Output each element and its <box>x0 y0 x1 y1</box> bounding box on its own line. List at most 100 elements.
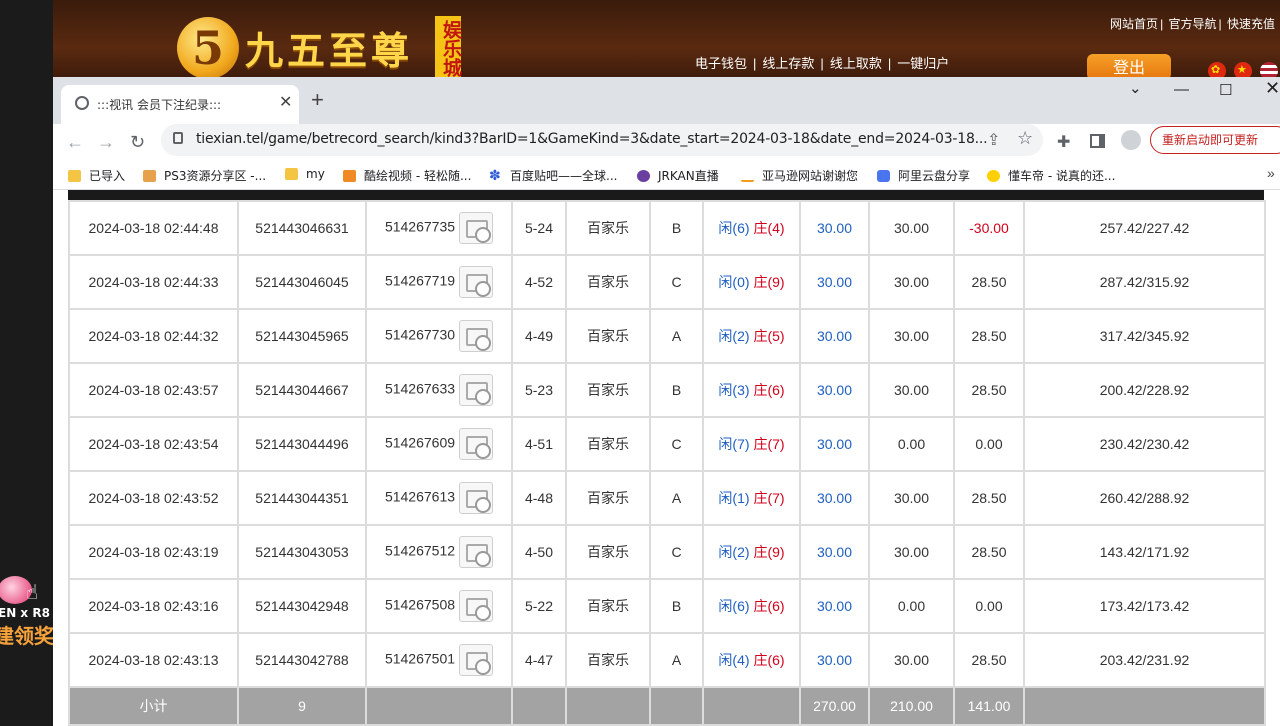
relaunch-update-button[interactable]: 重新启动即可更新 <box>1150 126 1280 154</box>
bookmark-dongchedi[interactable]: 懂车帝 - 说真的还... <box>987 167 1115 184</box>
tab-bet-record[interactable]: :::视讯 会员下注纪录::: ✕ <box>61 85 299 124</box>
bet-amount: 30.00 <box>799 416 870 472</box>
back-arrow-icon[interactable]: ← <box>66 132 84 152</box>
order-number: 521443043053 <box>237 524 367 580</box>
result-cell: 闲(7) 庄(7) <box>702 416 801 472</box>
replay-video-icon[interactable] <box>459 482 494 514</box>
game-name: 百家乐 <box>565 524 651 580</box>
bookmark-imported[interactable]: 已导入 <box>68 167 125 184</box>
bookmarks-bar: 已导入 PS3资源分享区 -... my 酷绘视频 - 轻松随... ✽ 百度贴吧… <box>53 161 1280 190</box>
minimize-icon[interactable]: — <box>1174 81 1189 98</box>
bet-amount: 30.00 <box>799 200 870 256</box>
nav-e-wallet[interactable]: 电子钱包 <box>695 56 747 71</box>
shoe-number: 5-24 <box>511 200 567 256</box>
replay-video-icon[interactable] <box>459 590 494 622</box>
lock-icon[interactable] <box>173 132 183 144</box>
window-close-icon[interactable]: ✕ <box>1265 78 1280 99</box>
promo-banner[interactable]: ☝ EN x R8 建领奖 <box>0 570 53 650</box>
table-code: B <box>649 578 704 634</box>
profile-avatar[interactable] <box>1121 130 1141 150</box>
bet-amount: 30.00 <box>799 254 870 310</box>
table-code: C <box>649 524 704 580</box>
table-row: 2024-03-18 02:43:57 521443044667 5142676… <box>68 362 1266 418</box>
table-row: 2024-03-18 02:43:13 521443042788 5142675… <box>68 632 1266 688</box>
replay-video-icon[interactable] <box>459 320 494 352</box>
subtotal-win: 141.00 <box>953 686 1025 726</box>
bet-time: 2024-03-18 02:44:32 <box>68 308 239 364</box>
bookmark-ps3[interactable]: PS3资源分享区 -... <box>143 167 266 184</box>
url-text[interactable]: tiexian.tel/game/betrecord_search/kind3?… <box>196 131 988 147</box>
nav-deposit[interactable]: 线上存款 <box>762 56 814 71</box>
nav-withdraw[interactable]: 线上取款 <box>830 56 882 71</box>
win-amount: 28.50 <box>953 632 1025 688</box>
order-number: 521443045965 <box>237 308 367 364</box>
table-code: C <box>649 254 704 310</box>
order-number: 521443042948 <box>237 578 367 634</box>
balance: 203.42/231.92 <box>1023 632 1266 688</box>
link-home[interactable]: 网站首页 <box>1110 17 1158 31</box>
bookmark-star-icon[interactable]: ☆ <box>1017 128 1033 149</box>
table-code: A <box>649 470 704 526</box>
game-name: 百家乐 <box>565 470 651 526</box>
shoe-number: 4-52 <box>511 254 567 310</box>
win-amount: 28.50 <box>953 308 1025 364</box>
replay-video-icon[interactable] <box>459 212 494 244</box>
logo-text: 九五至尊 <box>245 29 414 73</box>
valid-amount: 30.00 <box>868 362 955 418</box>
order-number: 521443042788 <box>237 632 367 688</box>
order-number: 521443046631 <box>237 200 367 256</box>
subtotal-label: 小计 <box>68 686 239 726</box>
left-ad-strip: ☝ EN x R8 建领奖 <box>0 0 53 726</box>
chevron-down-icon[interactable]: ⌄ <box>1129 79 1142 97</box>
tab-title: :::视讯 会员下注纪录::: <box>97 98 222 112</box>
bookmark-video[interactable]: 酷绘视频 - 轻松随... <box>343 167 471 184</box>
order-number: 521443044496 <box>237 416 367 472</box>
extensions-icon[interactable]: ✚ <box>1057 132 1070 152</box>
link-official-nav[interactable]: 官方导航 <box>1169 17 1217 31</box>
replay-video-icon[interactable] <box>459 428 494 460</box>
browser-toolbar: ← → ↻ tiexian.tel/game/betrecord_search/… <box>53 124 1280 161</box>
chevron-right-icon[interactable]: » <box>1267 165 1275 181</box>
round-number: 514267609 <box>365 416 513 472</box>
forward-arrow-icon[interactable]: → <box>97 132 115 152</box>
new-tab-button[interactable]: + <box>311 89 324 111</box>
link-quick-recharge[interactable]: 快速充值 <box>1227 17 1275 31</box>
game-name: 百家乐 <box>565 308 651 364</box>
close-icon[interactable]: ✕ <box>279 92 292 112</box>
bet-record-table: 2024-03-18 02:44:48 521443046631 5142677… <box>68 190 1266 726</box>
balance: 317.42/345.92 <box>1023 308 1266 364</box>
bet-amount: 30.00 <box>799 470 870 526</box>
round-number: 514267508 <box>365 578 513 634</box>
bet-time: 2024-03-18 02:43:52 <box>68 470 239 526</box>
order-number: 521443046045 <box>237 254 367 310</box>
win-amount: 0.00 <box>953 578 1025 634</box>
table-row: 2024-03-18 02:43:54 521443044496 5142676… <box>68 416 1266 472</box>
maximize-icon[interactable]: ☐ <box>1219 81 1232 99</box>
win-amount: -30.00 <box>953 200 1025 256</box>
result-cell: 闲(2) 庄(5) <box>702 308 801 364</box>
side-panel-icon[interactable] <box>1090 134 1105 148</box>
replay-video-icon[interactable] <box>459 374 494 406</box>
bookmark-aliyun[interactable]: 阿里云盘分享 <box>877 167 970 184</box>
bookmark-tieba[interactable]: ✽ 百度贴吧——全球... <box>489 167 617 184</box>
balance: 173.42/173.42 <box>1023 578 1266 634</box>
replay-video-icon[interactable] <box>459 536 494 568</box>
replay-video-icon[interactable] <box>459 266 494 298</box>
bookmark-amazon[interactable]: 亚马逊网站谢谢您 <box>741 167 858 184</box>
share-icon[interactable]: ⇪ <box>987 130 1000 150</box>
shoe-number: 4-51 <box>511 416 567 472</box>
result-cell: 闲(2) 庄(9) <box>702 524 801 580</box>
bookmark-my[interactable]: my <box>285 167 325 181</box>
account-nav: 电子钱包 | 线上存款 | 线上取款 | 一键归户 <box>695 56 950 71</box>
order-number: 521443044667 <box>237 362 367 418</box>
bookmark-jrkan[interactable]: JRKAN直播 <box>637 167 719 184</box>
balance: 230.42/230.42 <box>1023 416 1266 472</box>
bet-amount: 30.00 <box>799 578 870 634</box>
nav-consolidate[interactable]: 一键归户 <box>897 56 949 71</box>
address-bar[interactable]: tiexian.tel/game/betrecord_search/kind3?… <box>161 124 1043 156</box>
reload-icon[interactable]: ↻ <box>130 132 145 152</box>
win-amount: 28.50 <box>953 470 1025 526</box>
bet-amount: 30.00 <box>799 308 870 364</box>
balance: 287.42/315.92 <box>1023 254 1266 310</box>
replay-video-icon[interactable] <box>459 644 494 676</box>
